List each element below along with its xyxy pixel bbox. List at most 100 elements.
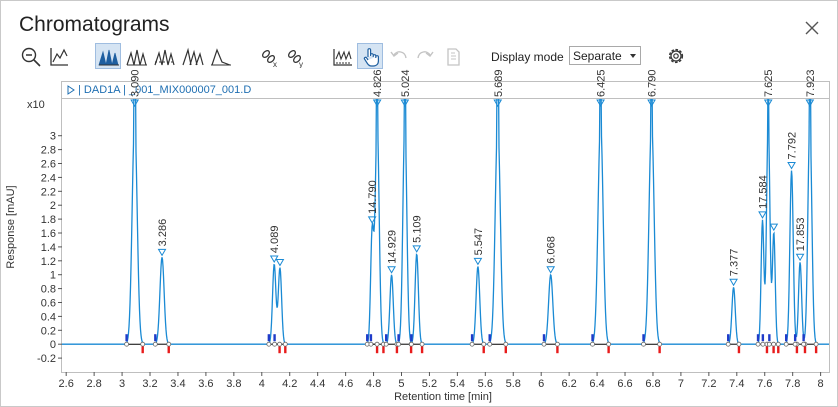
peak-start-marker: [267, 334, 271, 342]
x-tick-label: 7.4: [729, 378, 744, 390]
peak-rt-label: 7.625: [763, 69, 775, 97]
peak-apex-marker: [787, 161, 796, 170]
peak-baseline-point: [555, 341, 560, 347]
peak-baseline-point: [124, 341, 130, 347]
peak-start-marker: [642, 334, 645, 342]
peak-rt-label: 3.090: [130, 69, 142, 97]
x-tick-label: 3.2: [142, 378, 157, 390]
peak-baseline-point: [590, 341, 595, 347]
y-tick-label: 1.8: [41, 214, 56, 226]
peak-apex-marker: [130, 99, 140, 107]
peak-end-marker: [375, 346, 379, 354]
peak-start-marker: [125, 334, 128, 342]
peak-end-marker: [795, 346, 799, 354]
peak-start-marker: [761, 334, 765, 342]
peak-rt-label: 7.792: [787, 132, 799, 160]
x-tick-label: 2.6: [59, 378, 74, 390]
y-tick-label: 2.6: [41, 159, 56, 171]
peak-start-marker: [366, 334, 369, 342]
peak-end-marker: [607, 346, 610, 354]
signal-trace: [62, 99, 829, 345]
chromatograms-window: Chromatograms x y Display mode Separate …: [0, 0, 838, 407]
peak-baseline-point: [606, 341, 612, 347]
peak-rt-label: 6.068: [546, 236, 558, 264]
peak-rt-label: 4.826: [372, 69, 384, 97]
peak-end-marker: [409, 346, 413, 354]
peak-end-marker: [772, 346, 775, 354]
y-tick-label: 1.4: [41, 242, 56, 254]
peak-start-marker: [470, 334, 474, 342]
peak-apex-marker: [157, 248, 167, 257]
peak-start-marker: [488, 334, 491, 342]
peak-rt-label: 3.286: [157, 219, 169, 247]
peak-apex-marker: [412, 245, 422, 253]
peak-apex-marker: [758, 211, 767, 219]
x-tick-label: 3: [119, 378, 125, 390]
x-tick-label: 7: [678, 378, 684, 390]
peak-baseline-point: [725, 341, 731, 347]
peak-baseline-point: [760, 341, 766, 347]
peak-rt-label: 5.109: [412, 215, 424, 243]
x-tick-label: 6: [538, 378, 544, 390]
peak-baseline-point: [166, 341, 172, 347]
peak-apex-marker: [769, 223, 779, 232]
y-tick-label: 0.8: [41, 284, 56, 296]
peak-rt-label: 17.584: [757, 175, 769, 209]
chromatogram-chart[interactable]: -0.200.20.40.60.811.21.41.61.822.22.42.6…: [1, 1, 837, 406]
peak-baseline-point: [755, 341, 761, 347]
peak-baseline-point: [487, 341, 493, 347]
peak-apex-marker: [387, 266, 396, 274]
y-axis: -0.2 0 0.2 0.40.6 0.8 1 1.2 1.4 1.6 1.8 2 2.2 2.42.6…: [37, 131, 62, 365]
peak-baseline-point: [775, 341, 781, 347]
x-axis-label: Retention time [min]: [394, 391, 492, 403]
peak-start-marker: [784, 334, 788, 342]
peak-apex-marker: [795, 253, 805, 262]
peak-end-marker: [777, 346, 780, 354]
peak-baseline-point: [541, 341, 547, 347]
x-tick-label: 6.4: [589, 378, 604, 390]
peak-baseline-point: [766, 341, 772, 347]
peak-end-marker: [141, 346, 144, 354]
peak-baseline-point: [140, 341, 146, 347]
peak-end-marker: [658, 346, 661, 354]
peak-start-marker: [154, 334, 157, 342]
peak-baseline-point: [396, 341, 401, 347]
y-tick-label: 1: [50, 270, 56, 282]
x-tick-label: 6.2: [561, 378, 576, 390]
peak-start-marker: [385, 334, 388, 342]
peak-rt-label: 14.929: [387, 230, 399, 264]
peak-end-marker: [278, 346, 281, 354]
peak-start-marker: [410, 334, 413, 342]
x-tick-label: 5.2: [422, 378, 437, 390]
peak-baseline-point: [272, 341, 277, 347]
x-tick-label: 4: [259, 378, 265, 390]
peak-end-marker: [504, 346, 507, 354]
peak-start-marker: [768, 334, 771, 342]
y-multiplier-label: x10: [27, 99, 45, 111]
x-tick-label: 4.4: [310, 378, 325, 390]
x-tick-label: 5.4: [450, 378, 465, 390]
trace-line: [62, 99, 829, 345]
peak-rt-label: 17.853: [795, 218, 807, 252]
y-tick-label: 0.6: [41, 298, 56, 310]
peak-baseline-point: [408, 341, 414, 347]
x-tick-label: 4.8: [366, 378, 381, 390]
peak-apex-marker: [473, 257, 483, 266]
x-tick-label: 4.6: [338, 378, 353, 390]
peak-rt-label: 7.923: [805, 69, 817, 97]
peak-baseline-point: [736, 341, 742, 347]
peak-apex-marker: [546, 266, 556, 274]
peak-rt-label: 5.547: [473, 228, 485, 256]
y-tick-label: 2.4: [41, 172, 56, 184]
x-axis: 2.6 2.8 3 3.2 3.4 3.6 3.8 4 4.2 4.4 4.6 4.8 5 5.2 5.4 5…: [59, 372, 824, 390]
y-tick-label: 0: [50, 339, 56, 351]
peak-labels: 3.090 3.286 4.089 14.790 4.826 14.929 5.024 5.1…: [130, 69, 817, 276]
peak-end-marker: [167, 346, 170, 354]
peak-baseline-point: [657, 341, 663, 347]
peak-end-marker: [765, 346, 769, 354]
peak-rt-label: 5.689: [493, 69, 505, 97]
peak-rt-label: 6.790: [647, 69, 659, 97]
peak-markers: [124, 99, 819, 354]
peak-baseline-point: [783, 341, 789, 347]
peak-baseline-point: [282, 341, 288, 347]
